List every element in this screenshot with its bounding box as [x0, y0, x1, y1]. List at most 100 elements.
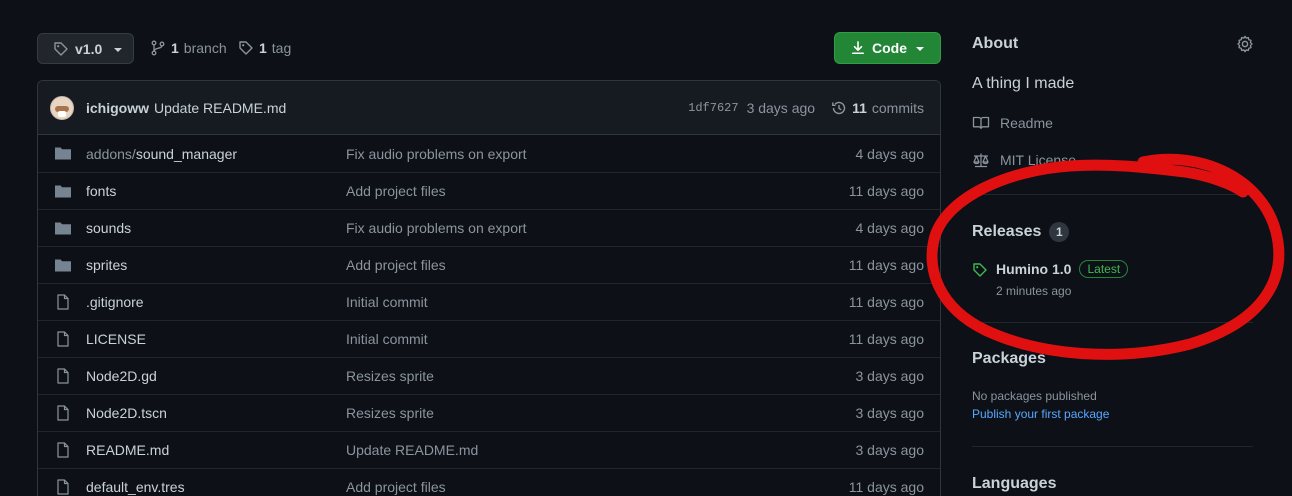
file-row[interactable]: README.md Update README.md 3 days ago	[38, 431, 940, 468]
file-name-link[interactable]: fonts	[86, 183, 116, 199]
file-row[interactable]: .gitignore Initial commit 11 days ago	[38, 283, 940, 320]
file-row[interactable]: default_env.tres Add project files 11 days…	[38, 468, 940, 496]
file-name-link[interactable]: sounds	[86, 220, 131, 236]
file-name-link[interactable]: addons/sound_manager	[86, 146, 237, 162]
file-row[interactable]: LICENSE Initial commit 11 days ago	[38, 320, 940, 357]
latest-release: Humino 1.0 Latest 2 minutes ago	[972, 260, 1129, 298]
file-name: default_env.tres	[86, 479, 185, 495]
file-name-link[interactable]: .gitignore	[86, 294, 144, 310]
file-name-link[interactable]: default_env.tres	[86, 479, 185, 495]
law-icon	[973, 153, 989, 168]
release-info: Humino 1.0 Latest 2 minutes ago	[996, 260, 1129, 298]
commits-history-link[interactable]: 11 commits	[831, 100, 924, 116]
branches-count: 1	[171, 40, 179, 56]
languages-heading: Languages	[972, 475, 1057, 492]
file-icon	[57, 368, 69, 384]
repo-toolbar: v1.0 1 branch 1 tag Code	[37, 32, 941, 64]
tag-icon	[239, 41, 253, 55]
commit-author[interactable]: ichigoww	[86, 100, 149, 116]
code-button-label: Code	[872, 40, 907, 56]
repo-description: A thing I made	[972, 75, 1075, 92]
publish-package-link[interactable]: Publish your first package	[972, 407, 1109, 421]
file-name-link[interactable]: LICENSE	[86, 331, 146, 347]
branch-select-button[interactable]: v1.0	[37, 33, 134, 64]
file-list: addons/sound_manager Fix audio problems o…	[38, 135, 940, 496]
file-name: Node2D.gd	[86, 368, 157, 384]
branch-select-label: v1.0	[75, 40, 103, 57]
file-commit-message[interactable]: Add project files	[346, 479, 446, 495]
file-commit-message[interactable]: Fix audio problems on export	[346, 146, 527, 162]
file-icon	[57, 294, 69, 310]
git-branch-icon	[151, 40, 165, 56]
commit-sha[interactable]: 1df7627	[688, 101, 738, 115]
file-row[interactable]: Node2D.gd Resizes sprite 3 days ago	[38, 357, 940, 394]
file-age: 3 days ago	[855, 405, 925, 421]
file-age: 3 days ago	[855, 368, 925, 384]
license-link[interactable]: MIT License	[972, 152, 1076, 168]
file-age: 11 days ago	[848, 183, 924, 199]
file-name: .gitignore	[86, 294, 144, 310]
file-commit-message[interactable]: Add project files	[346, 183, 446, 199]
file-name-link[interactable]: README.md	[86, 442, 169, 458]
release-name-link[interactable]: Humino 1.0	[996, 261, 1071, 277]
file-name-link[interactable]: Node2D.tscn	[86, 405, 167, 421]
about-heading: About	[972, 35, 1019, 52]
releases-title: Releases	[972, 223, 1042, 240]
file-row[interactable]: addons/sound_manager Fix audio problems o…	[38, 135, 940, 172]
file-name-link[interactable]: sprites	[86, 257, 127, 273]
file-age: 11 days ago	[848, 479, 924, 495]
file-name-link[interactable]: Node2D.gd	[86, 368, 157, 384]
chevron-down-icon	[916, 47, 924, 51]
file-row[interactable]: sprites Add project files 11 days ago	[38, 246, 940, 283]
releases-count-badge: 1	[1049, 222, 1070, 242]
file-commit-message[interactable]: Update README.md	[346, 442, 478, 458]
readme-link[interactable]: Readme	[972, 115, 1053, 131]
file-browser: ichigoww Update README.md 1df7627 3 days…	[37, 80, 941, 496]
tag-icon	[973, 263, 987, 277]
file-commit-message[interactable]: Resizes sprite	[346, 405, 434, 421]
download-icon	[851, 41, 865, 55]
tags-count: 1	[259, 40, 267, 56]
tags-link[interactable]: 1 tag	[238, 40, 291, 56]
file-age: 11 days ago	[848, 331, 924, 347]
file-name: sounds	[86, 220, 132, 236]
file-name: LICENSE	[86, 331, 146, 347]
file-commit-message[interactable]: Add project files	[346, 257, 446, 273]
file-row[interactable]: fonts Add project files 11 days ago	[38, 172, 940, 209]
file-name: sprites	[86, 257, 128, 273]
commit-message[interactable]: Update README.md	[154, 100, 286, 116]
chevron-down-icon	[114, 47, 123, 52]
sidebar-divider	[972, 446, 1253, 447]
file-icon	[57, 405, 69, 421]
file-age: 4 days ago	[855, 220, 925, 236]
releases-heading[interactable]: Releases 1	[972, 222, 1070, 242]
file-name: sound_manager	[135, 145, 238, 162]
tags-text: tag	[271, 40, 292, 56]
book-icon	[972, 116, 990, 130]
sidebar-divider	[972, 194, 1253, 195]
file-age: 11 days ago	[848, 257, 924, 273]
tag-icon	[54, 41, 68, 56]
commit-age: 3 days ago	[746, 100, 816, 116]
file-row[interactable]: Node2D.tscn Resizes sprite 3 days ago	[38, 394, 940, 431]
file-age: 4 days ago	[855, 145, 925, 162]
branches-link[interactable]: 1 branch	[150, 40, 227, 56]
packages-heading[interactable]: Packages	[972, 350, 1046, 368]
commit-meta: 1df7627 3 days ago 11 commits	[688, 81, 924, 135]
file-name: fonts	[86, 183, 117, 199]
commits-text: commits	[871, 100, 924, 116]
file-commit-message[interactable]: Initial commit	[346, 294, 428, 310]
license-label: MIT License	[1000, 152, 1076, 168]
folder-icon	[55, 222, 71, 235]
code-button[interactable]: Code	[834, 32, 941, 64]
avatar[interactable]	[50, 95, 74, 120]
file-commit-message[interactable]: Resizes sprite	[346, 368, 434, 384]
gear-icon[interactable]	[1236, 35, 1254, 53]
no-packages-text: No packages published	[972, 389, 1097, 403]
file-commit-message[interactable]: Initial commit	[346, 331, 428, 347]
file-commit-message[interactable]: Fix audio problems on export	[346, 220, 527, 236]
commits-count: 11	[852, 100, 867, 116]
file-row[interactable]: sounds Fix audio problems on export 4 days…	[38, 209, 940, 246]
file-icon	[57, 442, 69, 458]
latest-commit-bar: ichigoww Update README.md 1df7627 3 days…	[38, 81, 940, 135]
